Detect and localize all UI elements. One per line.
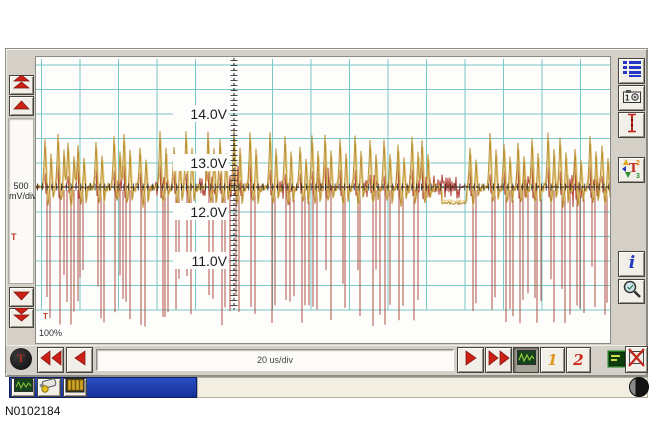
trigger-setup-button[interactable]: T23	[618, 157, 645, 183]
status-track	[197, 377, 648, 398]
status-probe-button[interactable]	[37, 378, 61, 397]
waveform-display[interactable]: 14.0V 13.0V 12.0V 11.0V T 100%	[35, 56, 611, 344]
contrast-indicator	[629, 377, 649, 397]
scale-down-button[interactable]	[9, 287, 34, 307]
trigger-mode-button[interactable]: T	[10, 348, 32, 370]
status-scope-button[interactable]	[11, 378, 35, 397]
battery-pack-icon	[65, 377, 85, 398]
scale-up-fast-button[interactable]	[9, 75, 34, 95]
time-per-div-label: 20 us/div	[257, 355, 293, 365]
channel-2-button[interactable]: 2	[566, 347, 591, 373]
channel-1-label: 1	[547, 351, 557, 369]
trigger-circle-icon: T	[10, 348, 32, 370]
scale-down-fast-button[interactable]	[9, 308, 34, 328]
double-up-arrow-icon	[13, 75, 30, 95]
magnifier-icon	[622, 279, 642, 304]
waveform-svg: 14.0V 13.0V 12.0V 11.0V T	[36, 57, 610, 343]
discard-close-button[interactable]	[625, 346, 648, 373]
right-arrow-icon	[464, 349, 478, 372]
svg-text:13.0V: 13.0V	[190, 155, 227, 171]
svg-text:14.0V: 14.0V	[190, 106, 227, 122]
probe-icon	[39, 377, 59, 398]
double-left-arrow-icon	[40, 349, 62, 372]
capture-screen-button[interactable]: 1	[618, 85, 645, 111]
up-arrow-icon	[13, 97, 30, 115]
camera-icon: 1	[622, 88, 642, 109]
svg-text:3: 3	[636, 173, 640, 179]
step-back-button[interactable]	[66, 347, 93, 373]
left-arrow-icon	[73, 349, 87, 372]
down-arrow-icon	[13, 288, 30, 306]
zoom-button[interactable]	[618, 279, 645, 304]
cursor-marker-button[interactable]	[618, 112, 645, 138]
double-down-arrow-icon	[13, 308, 30, 328]
lcd-screen-icon	[607, 355, 627, 372]
lcd-indicator	[607, 350, 627, 373]
red-close-icon	[627, 347, 646, 373]
cursor-marker-icon	[623, 112, 641, 139]
menu-list-icon	[622, 60, 642, 83]
timebase-strip[interactable]: 20 us/div	[96, 349, 454, 371]
channel-1-button[interactable]: 1	[540, 347, 565, 373]
svg-text:i: i	[628, 253, 634, 272]
volts-per-div-label: 500 mV/div	[9, 181, 33, 201]
svg-text:11.0V: 11.0V	[191, 253, 227, 269]
fast-forward-button[interactable]	[485, 347, 512, 373]
svg-text:1: 1	[625, 93, 630, 102]
waveform-thumb-icon	[517, 350, 536, 370]
volts-per-div-value: 500	[9, 181, 33, 191]
volts-per-div-unit: mV/div	[9, 191, 33, 201]
info-icon: i	[624, 252, 640, 277]
status-battery-button[interactable]	[63, 378, 87, 397]
contrast-circle-icon	[629, 377, 649, 397]
svg-text:2: 2	[636, 160, 640, 167]
figure-id: N0102184	[5, 404, 60, 418]
double-right-arrow-icon	[488, 349, 510, 372]
oscilloscope-icon	[14, 378, 33, 397]
rewind-button[interactable]	[37, 347, 64, 373]
zoom-percent-label: 100%	[39, 328, 62, 338]
info-button[interactable]: i	[618, 251, 645, 277]
vertical-scale-box: T 500 mV/div	[8, 118, 34, 284]
svg-text:12.0V: 12.0V	[190, 204, 227, 220]
channel-list-button[interactable]	[618, 58, 645, 84]
step-forward-button[interactable]	[457, 347, 484, 373]
trigger-setup-icon: T23	[621, 157, 643, 184]
svg-text:T: T	[43, 312, 48, 321]
trigger-level-marker: T	[11, 233, 17, 242]
channel-2-label: 2	[573, 351, 583, 369]
scale-up-button[interactable]	[9, 96, 34, 116]
waveform-view-button[interactable]	[513, 347, 539, 373]
